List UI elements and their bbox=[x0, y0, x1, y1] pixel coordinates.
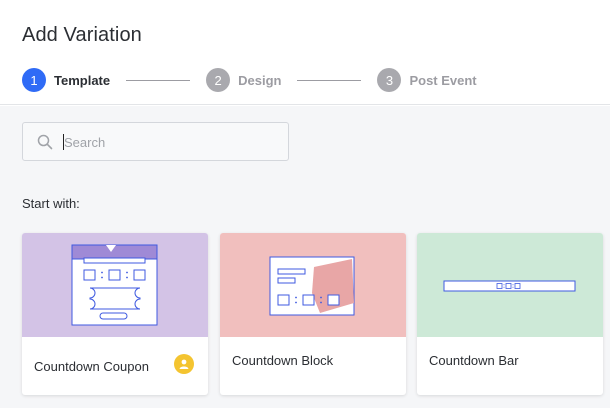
step-number-1: 1 bbox=[22, 68, 46, 92]
template-label: Countdown Bar bbox=[429, 353, 519, 368]
template-label: Countdown Block bbox=[232, 353, 334, 368]
template-thumbnail bbox=[220, 233, 406, 337]
step-design[interactable]: 2 Design bbox=[206, 68, 281, 92]
stepper: 1 Template 2 Design 3 Post Event bbox=[22, 68, 477, 92]
template-picker: Start with: Countdown Coupon bbox=[0, 106, 610, 408]
template-card-countdown-coupon[interactable]: Countdown Coupon bbox=[22, 233, 208, 395]
template-card-countdown-bar[interactable]: Countdown Bar bbox=[417, 233, 603, 395]
start-with-label: Start with: bbox=[22, 196, 80, 211]
step-number-2: 2 bbox=[206, 68, 231, 92]
search-icon bbox=[37, 134, 53, 150]
step-post-event[interactable]: 3 Post Event bbox=[377, 68, 477, 92]
page-title: Add Variation bbox=[22, 24, 142, 46]
step-connector bbox=[126, 79, 191, 81]
coupon-illustration bbox=[71, 244, 158, 326]
template-thumbnail bbox=[417, 233, 603, 337]
step-template[interactable]: 1 Template bbox=[22, 68, 110, 92]
header: Add Variation 1 Template 2 Design 3 Post… bbox=[0, 0, 610, 105]
bar-illustration bbox=[443, 280, 576, 292]
step-number-3: 3 bbox=[377, 68, 402, 92]
template-label: Countdown Coupon bbox=[34, 359, 149, 374]
search-input[interactable] bbox=[64, 131, 274, 153]
block-illustration bbox=[269, 256, 355, 316]
step-label-design: Design bbox=[238, 72, 282, 88]
search-box[interactable] bbox=[22, 122, 289, 161]
user-icon bbox=[174, 354, 194, 374]
step-label-template: Template bbox=[54, 72, 111, 88]
template-card-countdown-block[interactable]: Countdown Block bbox=[220, 233, 406, 395]
template-thumbnail bbox=[22, 233, 208, 337]
step-label-post-event: Post Event bbox=[409, 72, 477, 88]
step-connector bbox=[297, 79, 362, 81]
